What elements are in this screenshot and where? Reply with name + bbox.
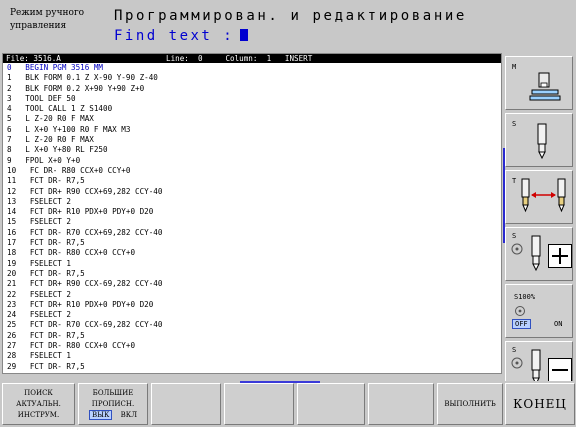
program-line[interactable]: 17 FCT DR- R7,5 (7, 238, 501, 248)
bottom-softkey-row: ПОИСК АКТУАЛЬН. ИНСТРУМ. БОЛЬШИЕ ПРОПИСН… (0, 381, 576, 427)
s3-tag: S (512, 346, 517, 354)
program-line[interactable]: 12 FCT DR+ R90 CCX+69,282 CCY-40 (7, 187, 501, 197)
machine-table-icon (529, 72, 561, 101)
program-line[interactable]: 29 FCT DR- R7,5 (7, 362, 501, 372)
machine-mode-indicator: Режим ручного управления (4, 4, 106, 48)
spindle-tool-icon (537, 123, 547, 160)
program-line[interactable]: 2 BLK FORM 0.2 X+90 Y+90 Z+0 (7, 84, 501, 94)
program-line[interactable]: 18 FCT DR- R80 CCX+0 CCY+0 (7, 248, 501, 258)
program-line[interactable]: 26 FCT DR- R7,5 (7, 331, 501, 341)
softkey-spindle-override[interactable]: S100% OFF ON (505, 284, 573, 338)
empty-softkey-3[interactable] (151, 383, 221, 425)
program-line[interactable]: 25 FCT DR- R70 CCX-69,282 CCY-40 (7, 320, 501, 330)
program-line[interactable]: 28 FSELECT 1 (7, 351, 501, 361)
end-button[interactable]: КОНЕЦ (505, 383, 575, 425)
header: Режим ручного управления Программирован.… (0, 0, 576, 52)
minus-icon (548, 358, 572, 382)
plus-icon (548, 244, 572, 268)
softkey-tool-change[interactable]: T (505, 170, 573, 224)
program-line[interactable]: 10 FC DR- R80 CCX+0 CCY+0 (7, 166, 501, 176)
spindle-rotation-icon (515, 306, 525, 316)
s2-tag: S (512, 232, 517, 240)
program-line[interactable]: 15 FSELECT 2 (7, 217, 501, 227)
program-line[interactable]: 20 FCT DR- R7,5 (7, 269, 501, 279)
program-line[interactable]: 23 FCT DR+ R10 PDX+0 PDY+0 D20 (7, 300, 501, 310)
program-line[interactable]: 27 FCT DR- R80 CCX+0 CCY+0 (7, 341, 501, 351)
empty-softkey-5[interactable] (297, 383, 365, 425)
program-line[interactable]: 13 FSELECT 2 (7, 197, 501, 207)
program-line[interactable]: 9 FPOL X+0 Y+0 (7, 156, 501, 166)
softkey-m-functions[interactable]: M (505, 56, 573, 110)
editor-status-bar: File: 3516.A Line: 0 Column: 1 INSERT (3, 54, 501, 63)
mode-line-2: управления (10, 21, 67, 31)
program-line[interactable]: 4 TOOL CALL 1 Z S1400 (7, 104, 501, 114)
find-label: Find text : (114, 28, 235, 44)
case-label-2: ПРОПИСН. (91, 400, 135, 408)
execute-label: ВЫПОЛНИТЬ (444, 400, 496, 408)
program-line[interactable]: 19 FSELECT 1 (7, 259, 501, 269)
case-sensitive-toggle[interactable]: БОЛЬШИЕ ПРОПИСН. ВЫК ВКЛ (78, 383, 148, 425)
override-off-toggle[interactable]: OFF (512, 319, 531, 329)
program-line[interactable]: 1 BLK FORM 0.1 Z X-90 Y-90 Z-40 (7, 73, 501, 83)
program-lines: 0 BEGIN PGM 3516 MM 1 BLK FORM 0.1 Z X-90… (3, 63, 501, 373)
program-line[interactable]: 30 FCT DR+ R90 CCX+0 CCY+80 (7, 372, 501, 373)
empty-softkey-6[interactable] (368, 383, 434, 425)
program-line[interactable]: 21 FCT DR+ R90 CCX-69,282 CCY-40 (7, 279, 501, 289)
softkey-spindle[interactable]: S (505, 113, 573, 167)
page-title: Программирован. и редактирование (114, 8, 467, 24)
search-current-tool-button[interactable]: ПОИСК АКТУАЛЬН. ИНСТРУМ. (2, 383, 75, 425)
program-line[interactable]: 16 FCT DR- R70 CCX+69,282 CCY-40 (7, 228, 501, 238)
spindle-rotation-icon (511, 357, 523, 369)
case-off-option[interactable]: ВЫК (88, 410, 113, 420)
program-line[interactable]: 24 FSELECT 2 (7, 310, 501, 320)
softkey-spindle-plus[interactable]: S (505, 227, 573, 281)
spindle-rotation-icon (511, 243, 523, 255)
empty-softkey-4[interactable] (224, 383, 294, 425)
end-label: КОНЕЦ (513, 397, 567, 411)
search-label-3: ИНСТРУМ. (17, 411, 60, 419)
program-line[interactable]: 11 FCT DR- R7,5 (7, 176, 501, 186)
program-line[interactable]: 14 FCT DR+ R10 PDX+0 PDY+0 D20 (7, 207, 501, 217)
mode-line-1: Режим ручного (10, 8, 85, 18)
spindle-override-label: S100% (514, 293, 536, 301)
spindle-tool-icon (531, 235, 541, 272)
right-softkey-strip: M S T S S100% OFF ON S (503, 53, 576, 407)
tool-exchange-icon (521, 178, 566, 213)
program-line[interactable]: 7 L Z-20 R0 F MAX (7, 135, 501, 145)
program-line[interactable]: 3 TOOL DEF 50 (7, 94, 501, 104)
program-line[interactable]: 5 L Z-20 R0 F MAX (7, 114, 501, 124)
find-text-row[interactable]: Find text : (114, 28, 249, 46)
search-label-1: ПОИСК (24, 389, 53, 397)
s-tag: S (512, 120, 517, 128)
override-on-toggle[interactable]: ON (554, 320, 562, 328)
program-line[interactable]: 8 L X+0 Y+80 RL F250 (7, 145, 501, 155)
program-editor[interactable]: File: 3516.A Line: 0 Column: 1 INSERT 0 … (2, 53, 502, 374)
program-line[interactable]: 22 FSELECT 2 (7, 290, 501, 300)
program-line[interactable]: 6 L X+0 Y+100 R0 F MAX M3 (7, 125, 501, 135)
case-label-1: БОЛЬШИЕ (92, 389, 134, 397)
search-label-2: АКТУАЛЬН. (16, 400, 61, 408)
find-text-input[interactable] (240, 29, 249, 41)
execute-button[interactable]: ВЫПОЛНИТЬ (437, 383, 503, 425)
case-on-option[interactable]: ВКЛ (121, 411, 137, 419)
program-line[interactable]: 0 BEGIN PGM 3516 MM (7, 63, 501, 73)
m-tag: M (512, 63, 517, 71)
